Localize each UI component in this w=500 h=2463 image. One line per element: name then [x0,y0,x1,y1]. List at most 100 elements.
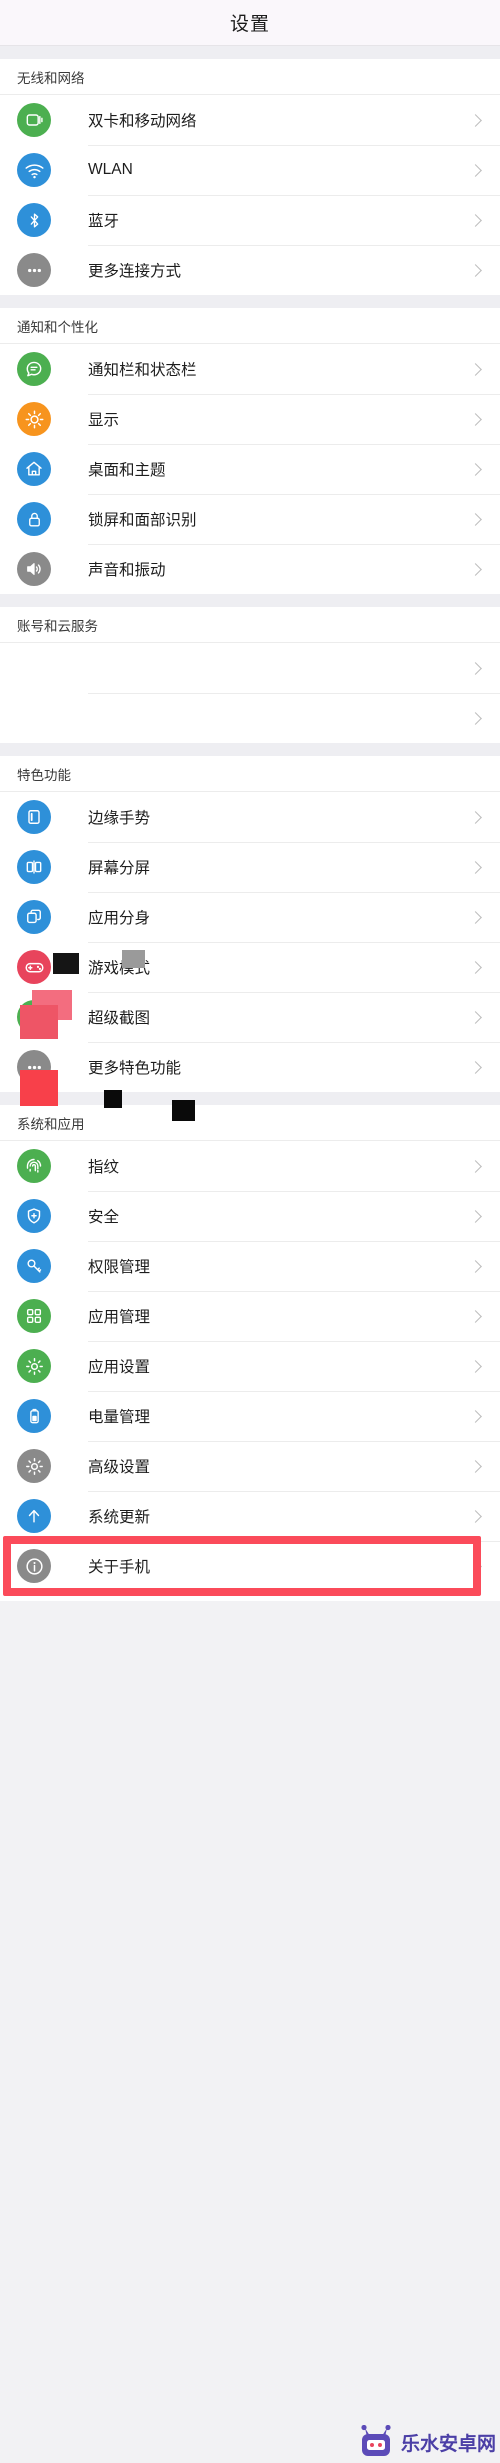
chevron-right-icon [469,711,482,725]
chevron-right-icon [469,860,482,874]
settings-row-label: 声音和振动 [88,562,166,579]
settings-row[interactable]: 更多特色功能 [0,1042,500,1092]
chevron-right-icon [469,1359,482,1373]
section-divider [0,295,500,308]
settings-row[interactable]: 权限管理 [0,1241,500,1291]
settings-row-label: 应用管理 [88,1309,151,1326]
settings-row-label: 更多连接方式 [88,263,182,280]
settings-row[interactable] [0,693,500,743]
settings-row-label: 蓝牙 [88,213,120,230]
settings-row-label: 权限管理 [88,1259,151,1276]
home-icon [17,452,51,486]
chevron-right-icon [469,1060,482,1074]
settings-row[interactable]: 通知栏和状态栏 [0,344,500,394]
wifi-icon [17,153,51,187]
settings-row-label: 显示 [88,412,120,429]
settings-row-label: WLAN [88,161,133,178]
more-dots-icon [17,253,51,287]
settings-list: 无线和网络 双卡和移动网络 WLAN 蓝牙 更多连接方式 通知和个性化 通知栏和状态栏 显示桌… [0,46,500,1601]
settings-row[interactable]: 游戏模式 [0,942,500,992]
section-header: 通知和个性化 [0,308,500,344]
settings-row[interactable]: 双卡和移动网络 [0,95,500,145]
settings-row-label: 屏幕分屏 [88,860,151,877]
settings-row-label: 电量管理 [88,1409,151,1426]
chevron-right-icon [469,910,482,924]
bluetooth-icon [17,203,51,237]
settings-row-label: 指纹 [88,1159,120,1176]
settings-row-label: 边缘手势 [88,810,151,827]
chevron-right-icon [469,163,482,177]
list-bottom-padding [0,1591,500,1601]
app-header: 设置 [0,0,500,46]
settings-row-label: 应用分身 [88,910,151,927]
chevron-right-icon [469,512,482,526]
lock-icon [17,502,51,536]
section-header-label: 特色功能 [17,767,71,783]
section-header-label: 系统和应用 [17,1116,85,1132]
gear-icon [17,1349,51,1383]
shield-plus-icon [17,1199,51,1233]
settings-row[interactable]: 应用分身 [0,892,500,942]
section-header-label: 通知和个性化 [17,319,98,335]
section-header: 系统和应用 [0,1105,500,1141]
settings-row-label: 桌面和主题 [88,462,166,479]
settings-row[interactable]: 更多连接方式 [0,245,500,295]
settings-screen: 设置 无线和网络 双卡和移动网络 WLAN 蓝牙 更多连接方式 通知和个性化 通知栏和状态栏… [0,0,500,2463]
settings-section: 账号和云服务 [0,607,500,743]
settings-row[interactable]: 应用管理 [0,1291,500,1341]
settings-row[interactable]: 声音和振动 [0,544,500,594]
settings-section: 通知和个性化通知栏和状态栏显示桌面和主题锁屏和面部识别 声音和振动 [0,308,500,594]
chevron-right-icon [469,263,482,277]
chevron-right-icon [469,462,482,476]
settings-row[interactable]: 系统更新 [0,1491,500,1541]
settings-row[interactable]: 屏幕分屏 [0,842,500,892]
settings-row[interactable]: 锁屏和面部识别 [0,494,500,544]
settings-section: 无线和网络 双卡和移动网络 WLAN 蓝牙 更多连接方式 [0,59,500,295]
edge-gesture-icon [17,800,51,834]
apps-grid-icon [17,1299,51,1333]
settings-row[interactable]: 安全 [0,1191,500,1241]
chevron-right-icon [469,1010,482,1024]
settings-row[interactable]: WLAN [0,145,500,195]
chevron-right-icon [469,1509,482,1523]
chat-bubble-icon [17,352,51,386]
split-screen-icon [17,850,51,884]
settings-row[interactable]: 电量管理 [0,1391,500,1441]
settings-row-label: 锁屏和面部识别 [88,512,197,529]
settings-row[interactable]: 高级设置 [0,1441,500,1491]
chevron-right-icon [469,810,482,824]
chevron-right-icon [469,960,482,974]
settings-row[interactable]: 桌面和主题 [0,444,500,494]
section-divider [0,743,500,756]
settings-row[interactable]: 超级截图 [0,992,500,1042]
chevron-right-icon [469,113,482,127]
settings-row-label: 更多特色功能 [88,1060,182,1077]
settings-row[interactable]: 应用设置 [0,1341,500,1391]
section-divider [0,46,500,59]
section-header-label: 账号和云服务 [17,618,98,634]
robot-icon [361,2425,391,2456]
speaker-icon [17,552,51,586]
settings-row[interactable]: 蓝牙 [0,195,500,245]
settings-row[interactable] [0,643,500,693]
settings-row[interactable]: 边缘手势 [0,792,500,842]
settings-row[interactable]: 显示 [0,394,500,444]
fingerprint-icon [17,1149,51,1183]
chevron-right-icon [469,562,482,576]
watermark: 乐水安卓网 [356,2425,496,2459]
settings-row[interactable]: 指纹 [0,1141,500,1191]
chevron-right-icon [469,362,482,376]
info-icon [17,1549,51,1583]
screenshot-icon [17,1000,51,1034]
settings-section: 特色功能边缘手势屏幕分屏应用分身游戏模式超级截图更多特色功能 [0,756,500,1092]
chevron-right-icon [469,1309,482,1323]
watermark-text: 乐水安卓网 [400,2433,496,2455]
chevron-right-icon [469,412,482,426]
settings-row[interactable]: 关于手机 [0,1541,500,1591]
chevron-right-icon [469,661,482,675]
section-header: 特色功能 [0,756,500,792]
sim-card-icon [17,103,51,137]
gear-icon [17,1449,51,1483]
settings-row-label: 游戏模式 [88,960,151,977]
settings-row-label: 超级截图 [88,1010,151,1027]
